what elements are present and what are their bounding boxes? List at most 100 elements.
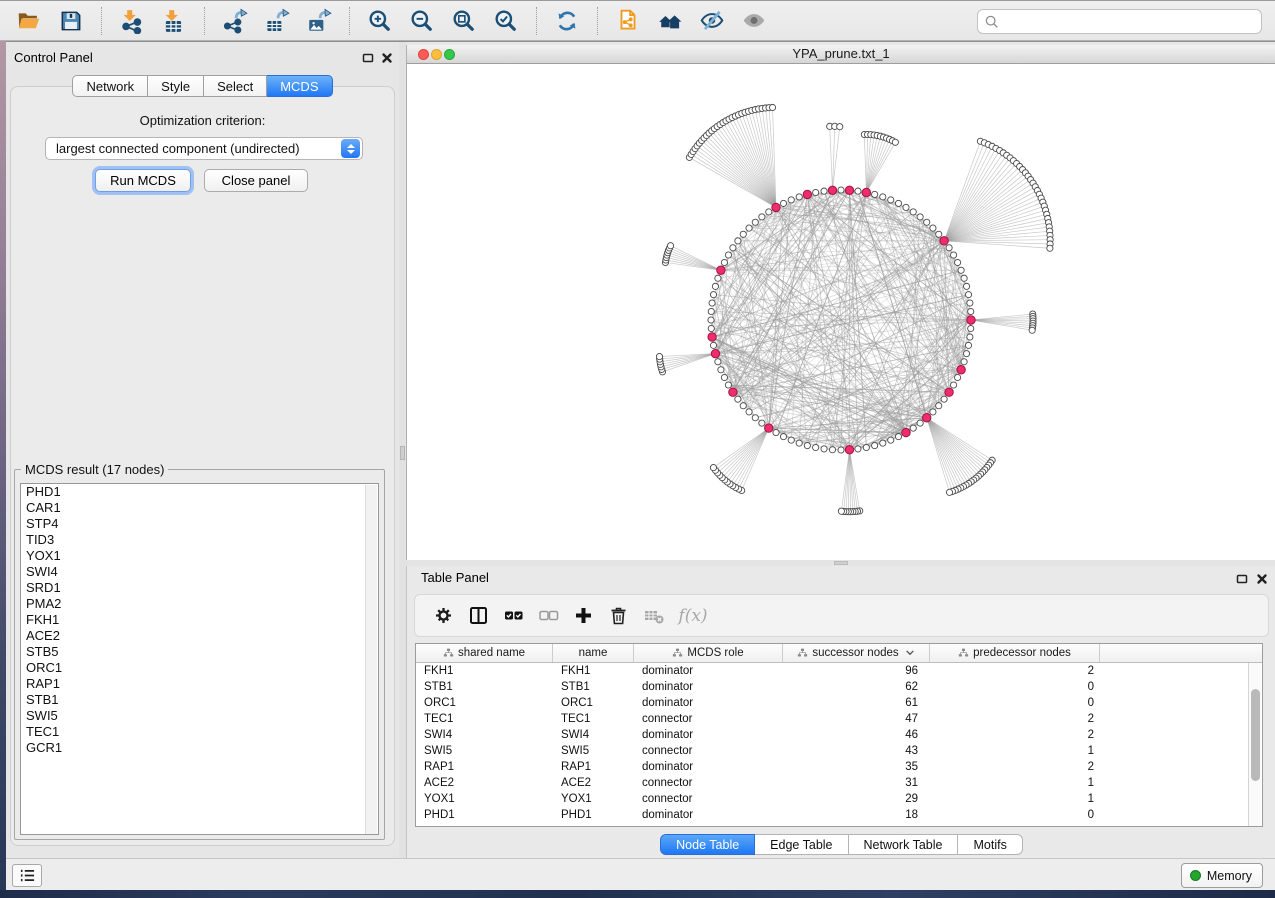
graph-ring-node[interactable] xyxy=(946,245,952,251)
graph-ring-node[interactable] xyxy=(796,440,802,446)
tab-style[interactable]: Style xyxy=(148,75,204,97)
zoom-in-icon[interactable] xyxy=(364,5,396,37)
mcds-list-scrollbar[interactable] xyxy=(365,485,377,835)
cell-shared-name[interactable]: SWI5 xyxy=(416,743,553,759)
graph-ring-node[interactable] xyxy=(968,325,974,331)
close-panel-icon[interactable] xyxy=(1255,572,1269,585)
graph-mcds-node[interactable] xyxy=(845,446,853,454)
graph-ring-node[interactable] xyxy=(967,334,973,340)
graph-mcds-node[interactable] xyxy=(967,316,975,324)
table-row[interactable]: TEC1TEC1connector472 xyxy=(416,711,1262,727)
float-window-icon[interactable] xyxy=(361,51,375,64)
mcds-result-item[interactable]: PHD1 xyxy=(21,484,378,500)
graph-mcds-node[interactable] xyxy=(765,424,773,432)
cell-predecessor-nodes[interactable]: 0 xyxy=(930,807,1100,823)
deselect-all-icon[interactable] xyxy=(536,604,560,628)
cell-MCDS-role[interactable]: dominator xyxy=(634,663,783,679)
mcds-result-item[interactable]: RAP1 xyxy=(21,676,378,692)
graph-leaf-node[interactable] xyxy=(1029,327,1035,333)
graph-ring-node[interactable] xyxy=(829,447,835,453)
optimization-criterion-select[interactable]: largest connected component (undirected) xyxy=(45,137,363,160)
graph-ring-node[interactable] xyxy=(708,308,714,314)
graph-ring-node[interactable] xyxy=(863,444,869,450)
mcds-result-item[interactable]: STB5 xyxy=(21,644,378,660)
graph-ring-node[interactable] xyxy=(872,442,878,448)
graph-mcds-node[interactable] xyxy=(711,349,719,357)
graph-ring-node[interactable] xyxy=(752,415,758,421)
graph-leaf-node[interactable] xyxy=(667,243,673,249)
mcds-result-item[interactable]: ACE2 xyxy=(21,628,378,644)
graph-ring-node[interactable] xyxy=(954,259,960,265)
graph-leaf-node[interactable] xyxy=(710,464,716,470)
cell-shared-name[interactable]: ORC1 xyxy=(416,695,553,711)
graph-ring-node[interactable] xyxy=(950,382,956,388)
graph-ring-node[interactable] xyxy=(773,429,779,435)
graph-mcds-node[interactable] xyxy=(845,186,853,194)
graph-ring-node[interactable] xyxy=(917,420,923,426)
tab-node-table[interactable]: Node Table xyxy=(660,834,755,855)
graph-leaf-node[interactable] xyxy=(837,124,843,130)
graph-ring-node[interactable] xyxy=(930,225,936,231)
export-table-icon[interactable] xyxy=(261,5,293,37)
home-network-icon[interactable] xyxy=(654,5,686,37)
graph-ring-node[interactable] xyxy=(930,409,936,415)
cell-successor-nodes[interactable]: 61 xyxy=(783,695,930,711)
vertical-splitter[interactable] xyxy=(399,41,406,858)
show-graphics-details-icon[interactable] xyxy=(738,5,770,37)
network-graph[interactable] xyxy=(407,64,1275,560)
table-row[interactable]: FKH1FKH1dominator962 xyxy=(416,663,1262,679)
graph-ring-node[interactable] xyxy=(735,238,741,244)
network-view-canvas[interactable] xyxy=(406,64,1275,560)
zoom-fit-icon[interactable] xyxy=(448,5,480,37)
cell-MCDS-role[interactable]: connector xyxy=(634,791,783,807)
cell-predecessor-nodes[interactable]: 1 xyxy=(930,775,1100,791)
scrollbar-thumb[interactable] xyxy=(1251,689,1260,781)
column-header-predecessor-nodes[interactable]: predecessor nodes xyxy=(930,644,1100,662)
graph-ring-node[interactable] xyxy=(721,259,727,265)
search-input[interactable] xyxy=(1003,15,1255,29)
graph-ring-node[interactable] xyxy=(725,382,731,388)
cell-name[interactable]: SWI5 xyxy=(553,743,634,759)
graph-ring-node[interactable] xyxy=(968,308,974,314)
graph-mcds-node[interactable] xyxy=(803,190,811,198)
graph-leaf-node[interactable] xyxy=(838,508,844,514)
cell-predecessor-nodes[interactable]: 0 xyxy=(930,679,1100,695)
search-box[interactable] xyxy=(977,9,1262,34)
cell-predecessor-nodes[interactable]: 2 xyxy=(930,663,1100,679)
open-file-icon[interactable] xyxy=(13,5,45,37)
graph-ring-node[interactable] xyxy=(752,219,758,225)
import-network-icon[interactable] xyxy=(116,5,148,37)
cell-predecessor-nodes[interactable]: 2 xyxy=(930,759,1100,775)
graph-ring-node[interactable] xyxy=(780,433,786,439)
cell-MCDS-role[interactable]: dominator xyxy=(634,759,783,775)
graph-ring-node[interactable] xyxy=(888,197,894,203)
graph-ring-node[interactable] xyxy=(965,292,971,298)
graph-ring-node[interactable] xyxy=(855,446,861,452)
mcds-result-item[interactable]: SWI4 xyxy=(21,564,378,580)
tab-select[interactable]: Select xyxy=(204,75,267,97)
cell-successor-nodes[interactable]: 46 xyxy=(783,727,930,743)
cell-name[interactable]: ACE2 xyxy=(553,775,634,791)
tab-motifs[interactable]: Motifs xyxy=(958,834,1022,855)
graph-mcds-node[interactable] xyxy=(729,388,737,396)
mcds-result-item[interactable]: SWI5 xyxy=(21,708,378,724)
graph-ring-node[interactable] xyxy=(958,267,964,273)
save-session-icon[interactable] xyxy=(55,5,87,37)
graph-ring-node[interactable] xyxy=(788,437,794,443)
graph-ring-node[interactable] xyxy=(917,214,923,220)
graph-ring-node[interactable] xyxy=(961,359,967,365)
graph-ring-node[interactable] xyxy=(759,420,765,426)
export-network-icon[interactable] xyxy=(219,5,251,37)
cell-successor-nodes[interactable]: 29 xyxy=(783,791,930,807)
cell-name[interactable]: RAP1 xyxy=(553,759,634,775)
cell-shared-name[interactable]: STB1 xyxy=(416,679,553,695)
table-row[interactable]: RAP1RAP1dominator352 xyxy=(416,759,1262,775)
cell-successor-nodes[interactable]: 31 xyxy=(783,775,930,791)
mcds-result-item[interactable]: ORC1 xyxy=(21,660,378,676)
zoom-out-icon[interactable] xyxy=(406,5,438,37)
window-zoom-light[interactable] xyxy=(444,49,455,60)
cell-MCDS-role[interactable]: dominator xyxy=(634,807,783,823)
mcds-result-item[interactable]: STB1 xyxy=(21,692,378,708)
zoom-selected-icon[interactable] xyxy=(490,5,522,37)
graph-leaf-node[interactable] xyxy=(892,139,898,145)
